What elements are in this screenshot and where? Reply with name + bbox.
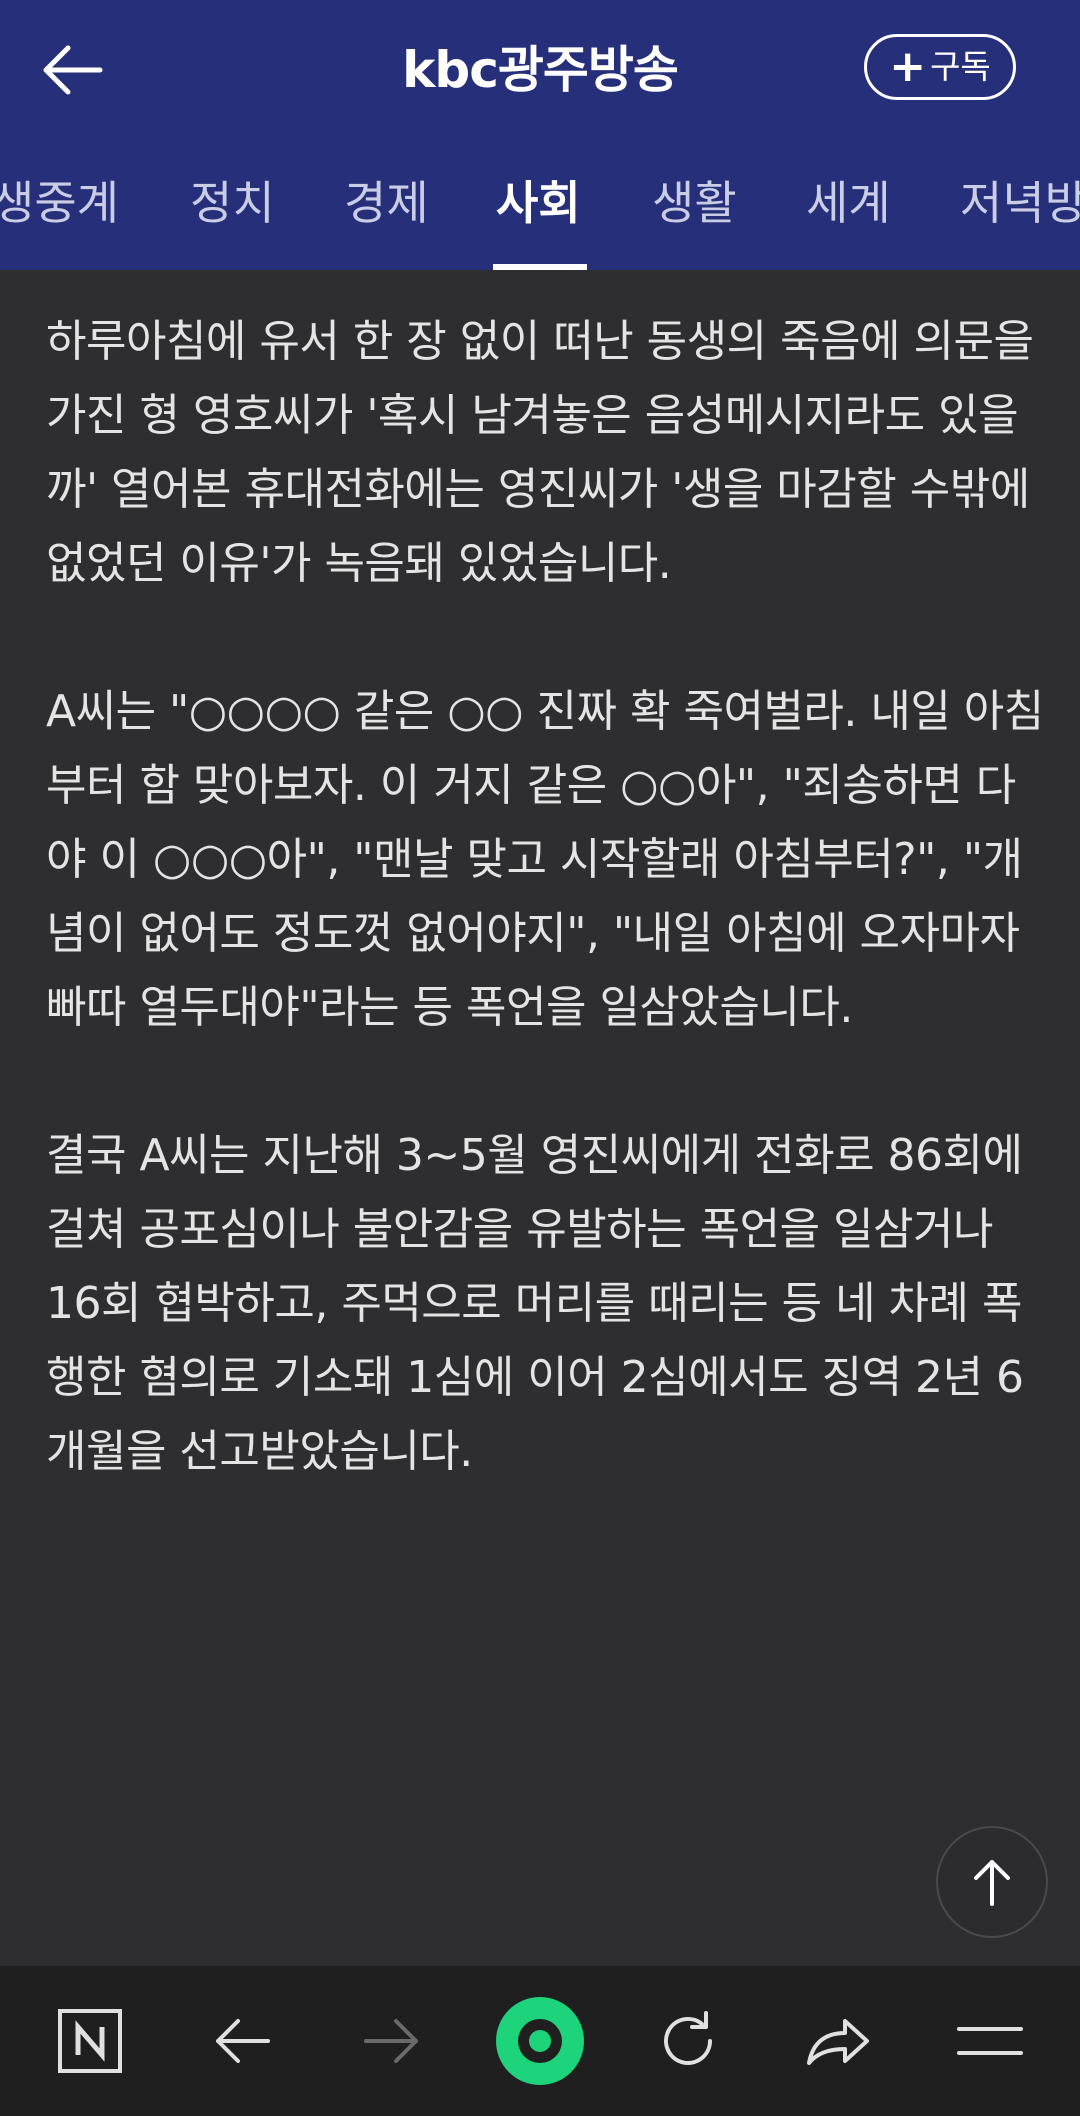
naver-home-icon [58, 2009, 122, 2073]
subscribe-label: 구독 [930, 47, 991, 86]
tab-live[interactable]: 생중계 [0, 140, 119, 270]
active-tab-indicator [493, 264, 587, 270]
article-paragraph: A씨는 "○○○○ 같은 ○○ 진짜 확 죽여벌라. 내일 아침부터 함 맞아보… [46, 686, 1044, 1033]
article-body: 하루아침에 유서 한 장 없이 떠난 동생의 죽음에 의문을 가진 형 영호씨가… [46, 305, 1046, 1563]
top-header: kbc광주방송 + 구독 [0, 0, 1080, 142]
plus-icon: + [889, 41, 927, 92]
tab-economy[interactable]: 경제 [344, 140, 429, 270]
browser-bottom-bar [0, 1966, 1080, 2116]
menu-button[interactable] [930, 1966, 1050, 2116]
browser-back-button[interactable] [182, 1966, 302, 2116]
arrow-up-icon [974, 1860, 1010, 1906]
tab-politics[interactable]: 정치 [190, 140, 275, 270]
naver-home-button[interactable] [30, 1966, 150, 2116]
tab-world[interactable]: 세계 [806, 140, 891, 270]
subscribe-button[interactable]: + 구독 [864, 34, 1016, 100]
tab-society[interactable]: 사회 [496, 140, 581, 270]
article-paragraph: 하루아침에 유서 한 장 없이 떠난 동생의 죽음에 의문을 가진 형 영호씨가… [46, 316, 1034, 589]
tab-life[interactable]: 생활 [652, 140, 737, 270]
refresh-icon [664, 2011, 712, 2065]
tab-evening[interactable]: 저녁방 [960, 140, 1080, 270]
browser-forward-button[interactable] [332, 1966, 452, 2116]
article-paragraph: 결국 A씨는 지난해 3~5월 영진씨에게 전화로 86회에 걸쳐 공포심이나 … [46, 1130, 1024, 1477]
forward-arrow-icon [364, 2019, 418, 2063]
naver-green-dot-button[interactable] [480, 1966, 600, 2116]
refresh-button[interactable] [628, 1966, 748, 2116]
share-icon [807, 2019, 869, 2065]
menu-icon [957, 2027, 1023, 2055]
back-arrow-icon [216, 2019, 270, 2063]
share-button[interactable] [778, 1966, 898, 2116]
scroll-top-button[interactable] [936, 1826, 1048, 1938]
green-dot-icon [496, 1997, 584, 2085]
category-tabs: 생중계 정치 경제 사회 생활 세계 저녁방 [0, 140, 1080, 270]
